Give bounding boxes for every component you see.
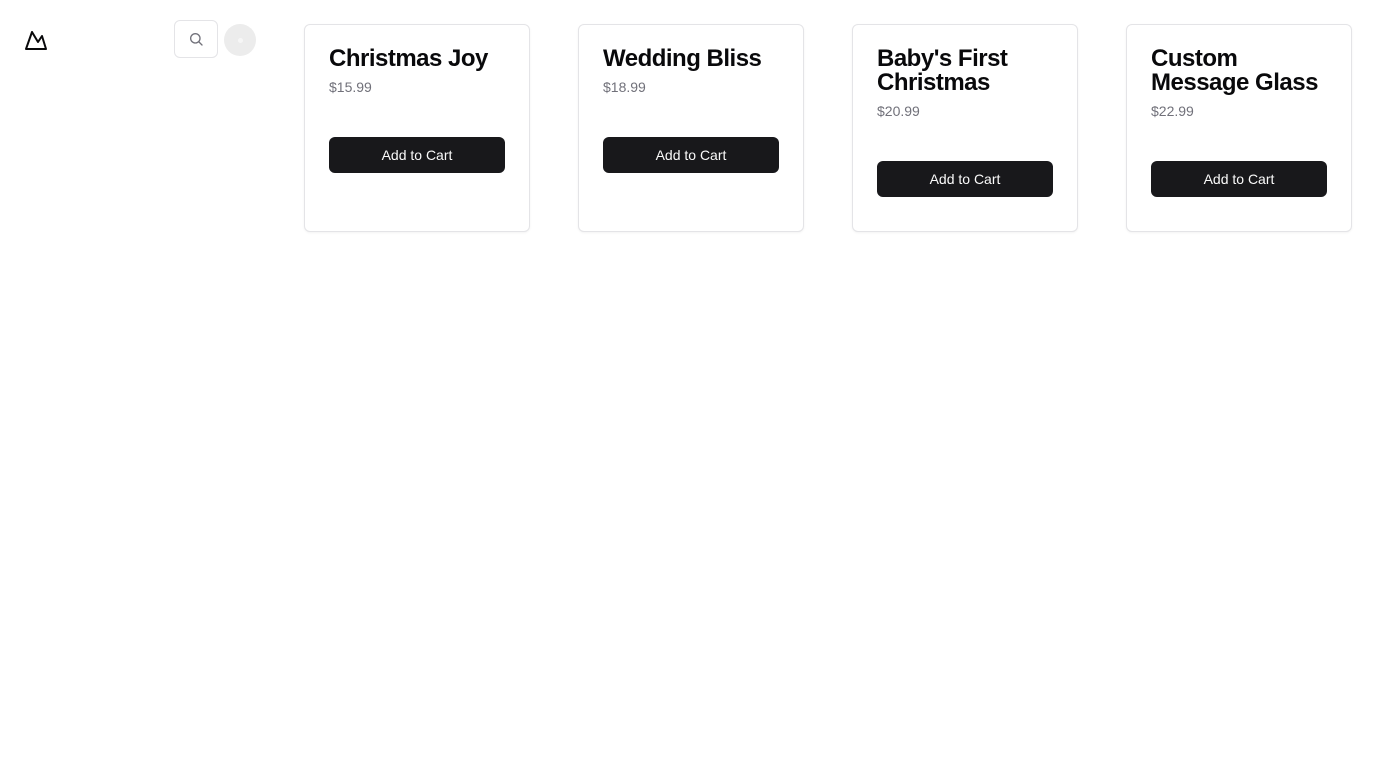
product-title: Wedding Bliss	[603, 45, 762, 72]
user-avatar[interactable]	[224, 24, 256, 56]
product-title: Christmas Joy	[329, 45, 488, 72]
add-to-cart-button[interactable]: Add to Cart	[329, 137, 505, 173]
product-card: Custom Message Glass $22.99 Add to Cart	[1126, 24, 1352, 232]
logo-link[interactable]	[24, 28, 48, 52]
product-card: Wedding Bliss $18.99 Add to Cart	[578, 24, 804, 232]
add-to-cart-button[interactable]: Add to Cart	[877, 161, 1053, 197]
product-card: Baby's First Christmas $20.99 Add to Car…	[852, 24, 1078, 232]
product-title: Custom Message Glass	[1151, 45, 1318, 96]
product-price: $18.99	[603, 79, 646, 95]
product-title: Baby's First Christmas	[877, 45, 1008, 96]
product-price: $22.99	[1151, 103, 1194, 119]
product-price: $20.99	[877, 103, 920, 119]
product-card: Christmas Joy $15.99 Add to Cart	[304, 24, 530, 232]
search-button[interactable]	[174, 20, 218, 58]
avatar-placeholder-dot	[237, 37, 243, 43]
add-to-cart-button[interactable]: Add to Cart	[1151, 161, 1327, 197]
product-price: $15.99	[329, 79, 372, 95]
mountain-icon	[25, 31, 47, 50]
add-to-cart-button[interactable]: Add to Cart	[603, 137, 779, 173]
search-icon	[190, 33, 203, 46]
